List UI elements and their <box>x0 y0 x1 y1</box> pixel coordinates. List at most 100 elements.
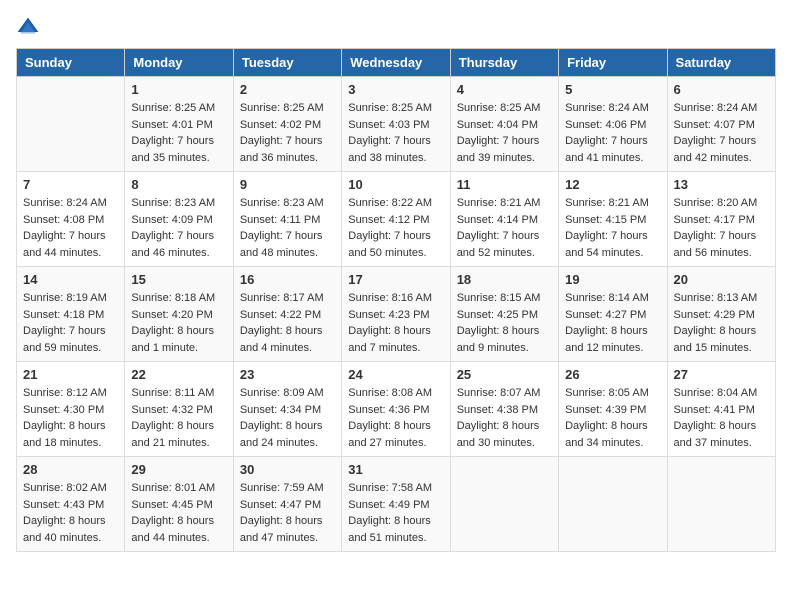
day-number: 7 <box>23 177 118 192</box>
sunset-text: Sunset: 4:43 PM <box>23 497 118 514</box>
header-row: SundayMondayTuesdayWednesdayThursdayFrid… <box>17 49 776 77</box>
sunrise-text: Sunrise: 8:25 AM <box>131 100 226 117</box>
calendar-cell: 25 Sunrise: 8:07 AM Sunset: 4:38 PM Dayl… <box>450 362 558 457</box>
day-info: Sunrise: 8:21 AM Sunset: 4:15 PM Dayligh… <box>565 195 660 261</box>
logo-icon <box>16 16 40 40</box>
sunrise-text: Sunrise: 8:23 AM <box>131 195 226 212</box>
sunrise-text: Sunrise: 8:12 AM <box>23 385 118 402</box>
day-number: 13 <box>674 177 769 192</box>
daylight-text: Daylight: 7 hours and 38 minutes. <box>348 133 443 166</box>
sunrise-text: Sunrise: 8:04 AM <box>674 385 769 402</box>
sunrise-text: Sunrise: 8:01 AM <box>131 480 226 497</box>
calendar-cell: 30 Sunrise: 7:59 AM Sunset: 4:47 PM Dayl… <box>233 457 341 552</box>
calendar-table: SundayMondayTuesdayWednesdayThursdayFrid… <box>16 48 776 552</box>
calendar-cell: 31 Sunrise: 7:58 AM Sunset: 4:49 PM Dayl… <box>342 457 450 552</box>
calendar-cell: 18 Sunrise: 8:15 AM Sunset: 4:25 PM Dayl… <box>450 267 558 362</box>
day-info: Sunrise: 8:11 AM Sunset: 4:32 PM Dayligh… <box>131 385 226 451</box>
day-number: 4 <box>457 82 552 97</box>
calendar-cell: 2 Sunrise: 8:25 AM Sunset: 4:02 PM Dayli… <box>233 77 341 172</box>
day-number: 21 <box>23 367 118 382</box>
day-info: Sunrise: 8:25 AM Sunset: 4:04 PM Dayligh… <box>457 100 552 166</box>
day-info: Sunrise: 8:23 AM Sunset: 4:09 PM Dayligh… <box>131 195 226 261</box>
daylight-text: Daylight: 8 hours and 34 minutes. <box>565 418 660 451</box>
day-info: Sunrise: 8:16 AM Sunset: 4:23 PM Dayligh… <box>348 290 443 356</box>
sunset-text: Sunset: 4:02 PM <box>240 117 335 134</box>
calendar-cell: 4 Sunrise: 8:25 AM Sunset: 4:04 PM Dayli… <box>450 77 558 172</box>
sunset-text: Sunset: 4:38 PM <box>457 402 552 419</box>
header <box>16 16 776 40</box>
daylight-text: Daylight: 8 hours and 15 minutes. <box>674 323 769 356</box>
daylight-text: Daylight: 7 hours and 59 minutes. <box>23 323 118 356</box>
sunrise-text: Sunrise: 8:05 AM <box>565 385 660 402</box>
sunset-text: Sunset: 4:29 PM <box>674 307 769 324</box>
sunset-text: Sunset: 4:25 PM <box>457 307 552 324</box>
daylight-text: Daylight: 8 hours and 18 minutes. <box>23 418 118 451</box>
calendar-cell: 26 Sunrise: 8:05 AM Sunset: 4:39 PM Dayl… <box>559 362 667 457</box>
calendar-cell: 9 Sunrise: 8:23 AM Sunset: 4:11 PM Dayli… <box>233 172 341 267</box>
calendar-cell: 22 Sunrise: 8:11 AM Sunset: 4:32 PM Dayl… <box>125 362 233 457</box>
calendar-cell: 13 Sunrise: 8:20 AM Sunset: 4:17 PM Dayl… <box>667 172 775 267</box>
sunset-text: Sunset: 4:03 PM <box>348 117 443 134</box>
daylight-text: Daylight: 8 hours and 24 minutes. <box>240 418 335 451</box>
sunrise-text: Sunrise: 8:21 AM <box>457 195 552 212</box>
day-number: 17 <box>348 272 443 287</box>
calendar-cell: 12 Sunrise: 8:21 AM Sunset: 4:15 PM Dayl… <box>559 172 667 267</box>
daylight-text: Daylight: 7 hours and 56 minutes. <box>674 228 769 261</box>
daylight-text: Daylight: 8 hours and 1 minute. <box>131 323 226 356</box>
sunset-text: Sunset: 4:06 PM <box>565 117 660 134</box>
daylight-text: Daylight: 7 hours and 54 minutes. <box>565 228 660 261</box>
sunrise-text: Sunrise: 8:18 AM <box>131 290 226 307</box>
day-number: 28 <box>23 462 118 477</box>
calendar-cell: 17 Sunrise: 8:16 AM Sunset: 4:23 PM Dayl… <box>342 267 450 362</box>
sunrise-text: Sunrise: 8:24 AM <box>565 100 660 117</box>
day-number: 20 <box>674 272 769 287</box>
day-number: 15 <box>131 272 226 287</box>
sunset-text: Sunset: 4:30 PM <box>23 402 118 419</box>
sunrise-text: Sunrise: 8:02 AM <box>23 480 118 497</box>
day-number: 16 <box>240 272 335 287</box>
day-info: Sunrise: 8:21 AM Sunset: 4:14 PM Dayligh… <box>457 195 552 261</box>
calendar-cell <box>559 457 667 552</box>
day-number: 25 <box>457 367 552 382</box>
day-number: 26 <box>565 367 660 382</box>
sunrise-text: Sunrise: 8:15 AM <box>457 290 552 307</box>
logo <box>16 16 44 40</box>
calendar-cell: 27 Sunrise: 8:04 AM Sunset: 4:41 PM Dayl… <box>667 362 775 457</box>
sunrise-text: Sunrise: 8:22 AM <box>348 195 443 212</box>
daylight-text: Daylight: 8 hours and 7 minutes. <box>348 323 443 356</box>
calendar-body: 1 Sunrise: 8:25 AM Sunset: 4:01 PM Dayli… <box>17 77 776 552</box>
sunset-text: Sunset: 4:23 PM <box>348 307 443 324</box>
sunset-text: Sunset: 4:08 PM <box>23 212 118 229</box>
sunrise-text: Sunrise: 8:25 AM <box>457 100 552 117</box>
sunset-text: Sunset: 4:41 PM <box>674 402 769 419</box>
sunrise-text: Sunrise: 8:16 AM <box>348 290 443 307</box>
day-number: 9 <box>240 177 335 192</box>
day-number: 22 <box>131 367 226 382</box>
calendar-cell: 19 Sunrise: 8:14 AM Sunset: 4:27 PM Dayl… <box>559 267 667 362</box>
sunrise-text: Sunrise: 8:19 AM <box>23 290 118 307</box>
calendar-cell <box>17 77 125 172</box>
day-info: Sunrise: 8:15 AM Sunset: 4:25 PM Dayligh… <box>457 290 552 356</box>
calendar-cell: 5 Sunrise: 8:24 AM Sunset: 4:06 PM Dayli… <box>559 77 667 172</box>
day-info: Sunrise: 7:58 AM Sunset: 4:49 PM Dayligh… <box>348 480 443 546</box>
daylight-text: Daylight: 8 hours and 51 minutes. <box>348 513 443 546</box>
sunrise-text: Sunrise: 8:08 AM <box>348 385 443 402</box>
calendar-cell: 14 Sunrise: 8:19 AM Sunset: 4:18 PM Dayl… <box>17 267 125 362</box>
day-info: Sunrise: 8:24 AM Sunset: 4:06 PM Dayligh… <box>565 100 660 166</box>
day-info: Sunrise: 8:09 AM Sunset: 4:34 PM Dayligh… <box>240 385 335 451</box>
sunset-text: Sunset: 4:15 PM <box>565 212 660 229</box>
day-number: 23 <box>240 367 335 382</box>
day-info: Sunrise: 8:07 AM Sunset: 4:38 PM Dayligh… <box>457 385 552 451</box>
day-info: Sunrise: 8:19 AM Sunset: 4:18 PM Dayligh… <box>23 290 118 356</box>
day-number: 19 <box>565 272 660 287</box>
daylight-text: Daylight: 8 hours and 21 minutes. <box>131 418 226 451</box>
sunrise-text: Sunrise: 8:17 AM <box>240 290 335 307</box>
daylight-text: Daylight: 8 hours and 47 minutes. <box>240 513 335 546</box>
day-number: 14 <box>23 272 118 287</box>
weekday-header: Sunday <box>17 49 125 77</box>
sunset-text: Sunset: 4:11 PM <box>240 212 335 229</box>
calendar-cell: 21 Sunrise: 8:12 AM Sunset: 4:30 PM Dayl… <box>17 362 125 457</box>
day-info: Sunrise: 8:12 AM Sunset: 4:30 PM Dayligh… <box>23 385 118 451</box>
calendar-cell: 8 Sunrise: 8:23 AM Sunset: 4:09 PM Dayli… <box>125 172 233 267</box>
sunset-text: Sunset: 4:18 PM <box>23 307 118 324</box>
